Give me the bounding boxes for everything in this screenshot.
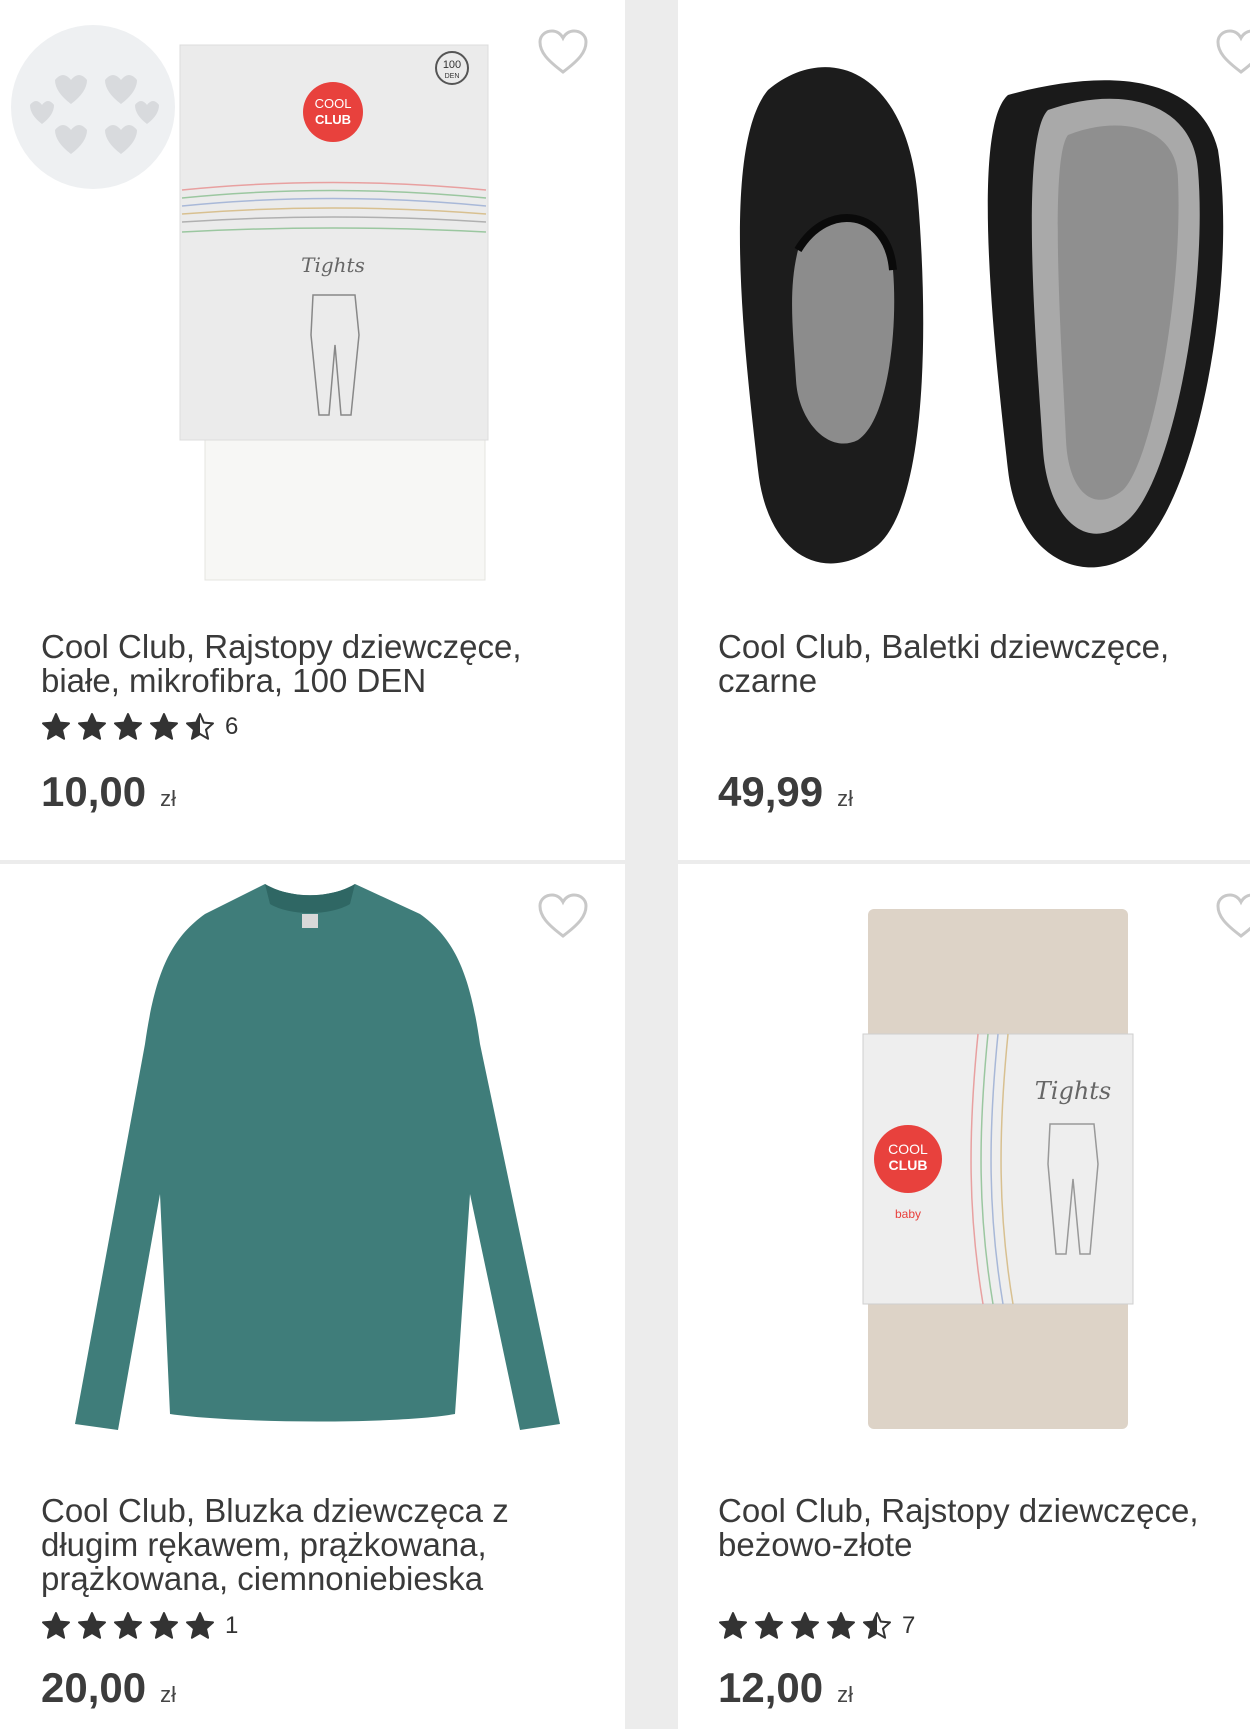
rating-count: 1 (225, 1612, 239, 1639)
star-icon (791, 1612, 819, 1639)
product-image[interactable]: COOL CLUB 100 DEN Tights (0, 0, 625, 600)
star-icon (114, 1612, 142, 1639)
product-card[interactable]: COOL CLUB baby Tights Cool Club, Rajstop… (678, 864, 1250, 1729)
price-currency: zł (160, 786, 176, 811)
favorite-heart-icon[interactable] (537, 28, 589, 76)
star-icon (827, 1612, 855, 1639)
product-title[interactable]: Cool Club, Bluzka dziewczęca z długim rę… (41, 1494, 509, 1596)
rating-count: 6 (225, 713, 239, 740)
star-icon (150, 1612, 178, 1639)
product-card[interactable]: Cool Club, Baletki dziewczęce, czarne 49… (678, 0, 1250, 860)
price-currency: zł (160, 1682, 176, 1707)
star-icon (78, 1612, 106, 1639)
brand-line2: CLUB (889, 1157, 928, 1173)
product-card[interactable]: COOL CLUB 100 DEN Tights Cool Club, Rajs… (0, 0, 625, 860)
star-icon (186, 1612, 214, 1639)
package-label: Tights (301, 253, 365, 277)
star-icon (719, 1612, 747, 1639)
favorite-heart-icon[interactable] (1215, 892, 1250, 940)
brand-line1: COOL (315, 96, 352, 111)
favorite-heart-icon[interactable] (1215, 28, 1250, 76)
rating-count: 7 (902, 1612, 916, 1639)
star-icon (78, 713, 106, 740)
rating-stars: 7 (718, 1611, 915, 1641)
brand-line2: CLUB (315, 112, 351, 127)
product-price: 10,00 zł (41, 768, 176, 816)
star-icon (114, 713, 142, 740)
price-amount: 10,00 (41, 768, 147, 815)
star-icon (186, 713, 214, 740)
star-icon (755, 1612, 783, 1639)
product-title[interactable]: Cool Club, Rajstopy dziewczęce, białe, m… (41, 630, 522, 698)
price-amount: 20,00 (41, 1664, 147, 1711)
product-price: 12,00 zł (718, 1664, 853, 1712)
rating-stars: 1 (41, 1611, 238, 1641)
den-value: 100 (443, 59, 461, 71)
rating-stars: 6 (41, 712, 238, 742)
product-card[interactable]: Cool Club, Bluzka dziewczęca z długim rę… (0, 864, 625, 1729)
product-price: 20,00 zł (41, 1664, 176, 1712)
price-amount: 12,00 (718, 1664, 824, 1711)
product-image[interactable]: COOL CLUB baby Tights (678, 864, 1250, 1464)
product-title[interactable]: Cool Club, Rajstopy dziewczęce, beżowo-z… (718, 1494, 1199, 1562)
product-image[interactable] (0, 864, 625, 1464)
den-unit: DEN (445, 73, 460, 80)
favorite-heart-icon[interactable] (537, 892, 589, 940)
price-currency: zł (837, 1682, 853, 1707)
brand-sub: baby (895, 1207, 921, 1221)
product-grid: COOL CLUB 100 DEN Tights Cool Club, Rajs… (0, 0, 1250, 1729)
star-icon (150, 713, 178, 740)
star-icon (863, 1612, 891, 1639)
package-label: Tights (1035, 1077, 1111, 1105)
product-price: 49,99 zł (718, 768, 853, 816)
product-image[interactable] (678, 0, 1250, 600)
product-title[interactable]: Cool Club, Baletki dziewczęce, czarne (718, 630, 1169, 698)
star-icon (42, 713, 70, 740)
price-currency: zł (837, 786, 853, 811)
star-icon (42, 1612, 70, 1639)
brand-line1: COOL (888, 1141, 928, 1157)
price-amount: 49,99 (718, 768, 824, 815)
